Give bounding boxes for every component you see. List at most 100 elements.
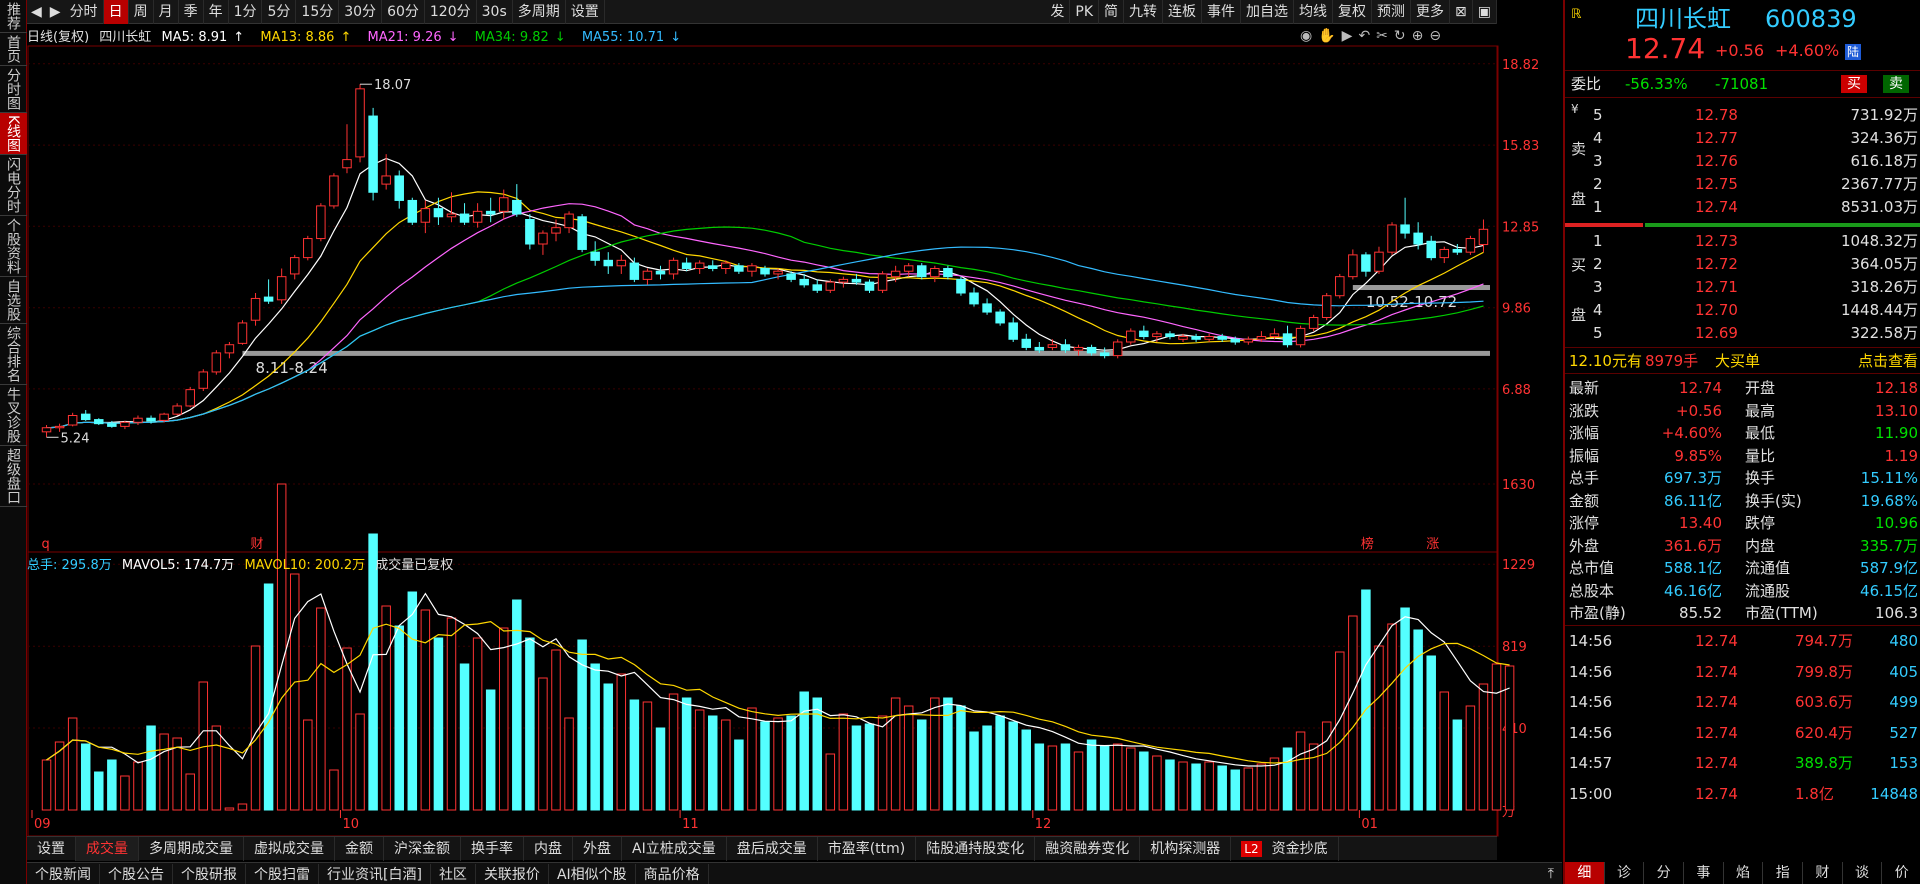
candle[interactable] xyxy=(1374,246,1384,274)
sidebar-item-6[interactable]: 自选股 xyxy=(0,277,27,325)
candle[interactable] xyxy=(577,214,587,253)
news-tab-8[interactable]: 商品价格 xyxy=(636,863,709,884)
volume-bar[interactable] xyxy=(1021,729,1032,811)
volume-bar[interactable] xyxy=(446,617,457,811)
candle[interactable] xyxy=(459,203,470,225)
hand-icon[interactable]: ✋ xyxy=(1318,28,1341,44)
volume-bar[interactable] xyxy=(1086,739,1097,811)
volume-bar[interactable] xyxy=(1008,721,1018,811)
candle[interactable] xyxy=(472,203,483,228)
candle[interactable] xyxy=(525,214,535,250)
nav-back-icon[interactable]: ◀ xyxy=(27,4,46,20)
candle[interactable] xyxy=(694,260,705,274)
candle[interactable] xyxy=(1478,219,1489,253)
candle[interactable] xyxy=(289,254,300,280)
candle[interactable] xyxy=(812,279,822,293)
period-button-3[interactable]: 月 xyxy=(154,0,179,24)
volume-bar[interactable] xyxy=(668,693,679,811)
volume-bar[interactable] xyxy=(303,719,313,811)
candle[interactable] xyxy=(159,412,169,423)
volume-bar[interactable] xyxy=(420,609,431,811)
volume-bar[interactable] xyxy=(211,725,222,811)
indicator-tab-14[interactable]: 机构探测器 xyxy=(1140,836,1232,861)
candle[interactable] xyxy=(629,257,640,283)
volume-bar[interactable] xyxy=(342,647,352,811)
indicator-tab-9[interactable]: AI立桩成交量 xyxy=(622,836,727,861)
candle[interactable] xyxy=(172,403,182,416)
candle[interactable] xyxy=(237,320,248,345)
candle[interactable] xyxy=(1348,249,1358,280)
volume-bar[interactable] xyxy=(642,701,653,811)
volume-bar[interactable] xyxy=(1139,751,1149,811)
volume-bar[interactable] xyxy=(159,733,169,811)
cut-icon[interactable]: ✂ xyxy=(1376,28,1394,44)
news-tab-0[interactable]: 个股新闻 xyxy=(27,863,100,884)
news-tab-7[interactable]: AI相似个股 xyxy=(549,863,636,884)
volume-bar[interactable] xyxy=(708,715,718,811)
candle[interactable] xyxy=(446,192,457,223)
indicator-tab-4[interactable]: 金额 xyxy=(335,836,384,861)
volume-bar[interactable] xyxy=(94,771,104,811)
undo-icon[interactable]: ↶ xyxy=(1358,28,1376,44)
volume-bar[interactable] xyxy=(786,715,796,811)
volume-bar[interactable] xyxy=(368,533,378,811)
indicator-tab-1[interactable]: 成交量 xyxy=(76,836,139,861)
volume-bar[interactable] xyxy=(917,719,927,811)
indicator-tab-10[interactable]: 盘后成交量 xyxy=(727,836,818,861)
candle[interactable] xyxy=(224,342,235,359)
volume-bar[interactable] xyxy=(760,721,770,811)
toolbar-right-button-8[interactable]: 复权 xyxy=(1333,0,1373,24)
candle[interactable] xyxy=(982,298,992,315)
candle[interactable] xyxy=(903,263,914,277)
candle[interactable] xyxy=(1099,347,1110,359)
candle[interactable] xyxy=(564,211,574,234)
volume-bar[interactable] xyxy=(1491,663,1502,811)
candle[interactable] xyxy=(708,260,718,272)
volume-bar[interactable] xyxy=(969,731,979,811)
candle[interactable] xyxy=(1335,273,1345,299)
volume-bar[interactable] xyxy=(67,717,78,811)
indicator-tab-11[interactable]: 市盈率(ttm) xyxy=(818,836,917,861)
toolbar-right-button-4[interactable]: 连板 xyxy=(1163,0,1203,24)
zoom-in-icon[interactable]: ⊕ xyxy=(1412,28,1430,44)
period-button-0[interactable]: 分时 xyxy=(65,0,104,24)
quote-tab-0[interactable]: 细 xyxy=(1565,862,1605,884)
candle[interactable] xyxy=(120,420,130,430)
volume-bar[interactable] xyxy=(120,775,130,811)
candle[interactable] xyxy=(433,197,444,225)
candle[interactable] xyxy=(41,425,52,438)
volume-bar[interactable] xyxy=(1178,761,1188,811)
volume-bar[interactable] xyxy=(381,605,391,811)
volume-bar[interactable] xyxy=(1204,761,1214,811)
news-tab-6[interactable]: 关联报价 xyxy=(476,863,549,884)
volume-bar[interactable] xyxy=(956,705,966,811)
candle[interactable] xyxy=(342,124,352,174)
candle[interactable] xyxy=(276,268,287,304)
volume-bar[interactable] xyxy=(1243,767,1254,811)
candle[interactable] xyxy=(1047,339,1058,351)
volume-bar[interactable] xyxy=(1034,743,1045,811)
volume-bar[interactable] xyxy=(694,709,705,811)
indicator-tab-6[interactable]: 换手率 xyxy=(461,836,524,861)
period-button-11[interactable]: 120分 xyxy=(425,0,477,24)
candle[interactable] xyxy=(538,230,548,255)
volume-bar[interactable] xyxy=(224,807,235,811)
window-icon[interactable]: ▣ xyxy=(1473,0,1497,24)
candle[interactable] xyxy=(930,265,940,283)
candle[interactable] xyxy=(681,257,692,272)
candle[interactable] xyxy=(485,197,496,223)
sidebar-item-0[interactable]: 推荐 xyxy=(0,0,27,33)
indicator-tab-13[interactable]: 融资融券变化 xyxy=(1035,836,1141,861)
volume-bar[interactable] xyxy=(995,715,1005,811)
candle[interactable] xyxy=(407,197,418,225)
nav-forward-icon[interactable]: ▶ xyxy=(46,4,65,20)
volume-bar[interactable] xyxy=(864,723,875,811)
volume-bar[interactable] xyxy=(590,663,600,811)
candle[interactable] xyxy=(1295,325,1306,348)
quote-tab-4[interactable]: 焰 xyxy=(1724,862,1764,884)
period-button-9[interactable]: 30分 xyxy=(339,0,383,24)
candle[interactable] xyxy=(263,279,274,304)
volume-bar[interactable] xyxy=(185,773,195,811)
candle[interactable] xyxy=(1426,235,1436,261)
news-tab-5[interactable]: 社区 xyxy=(431,863,476,884)
